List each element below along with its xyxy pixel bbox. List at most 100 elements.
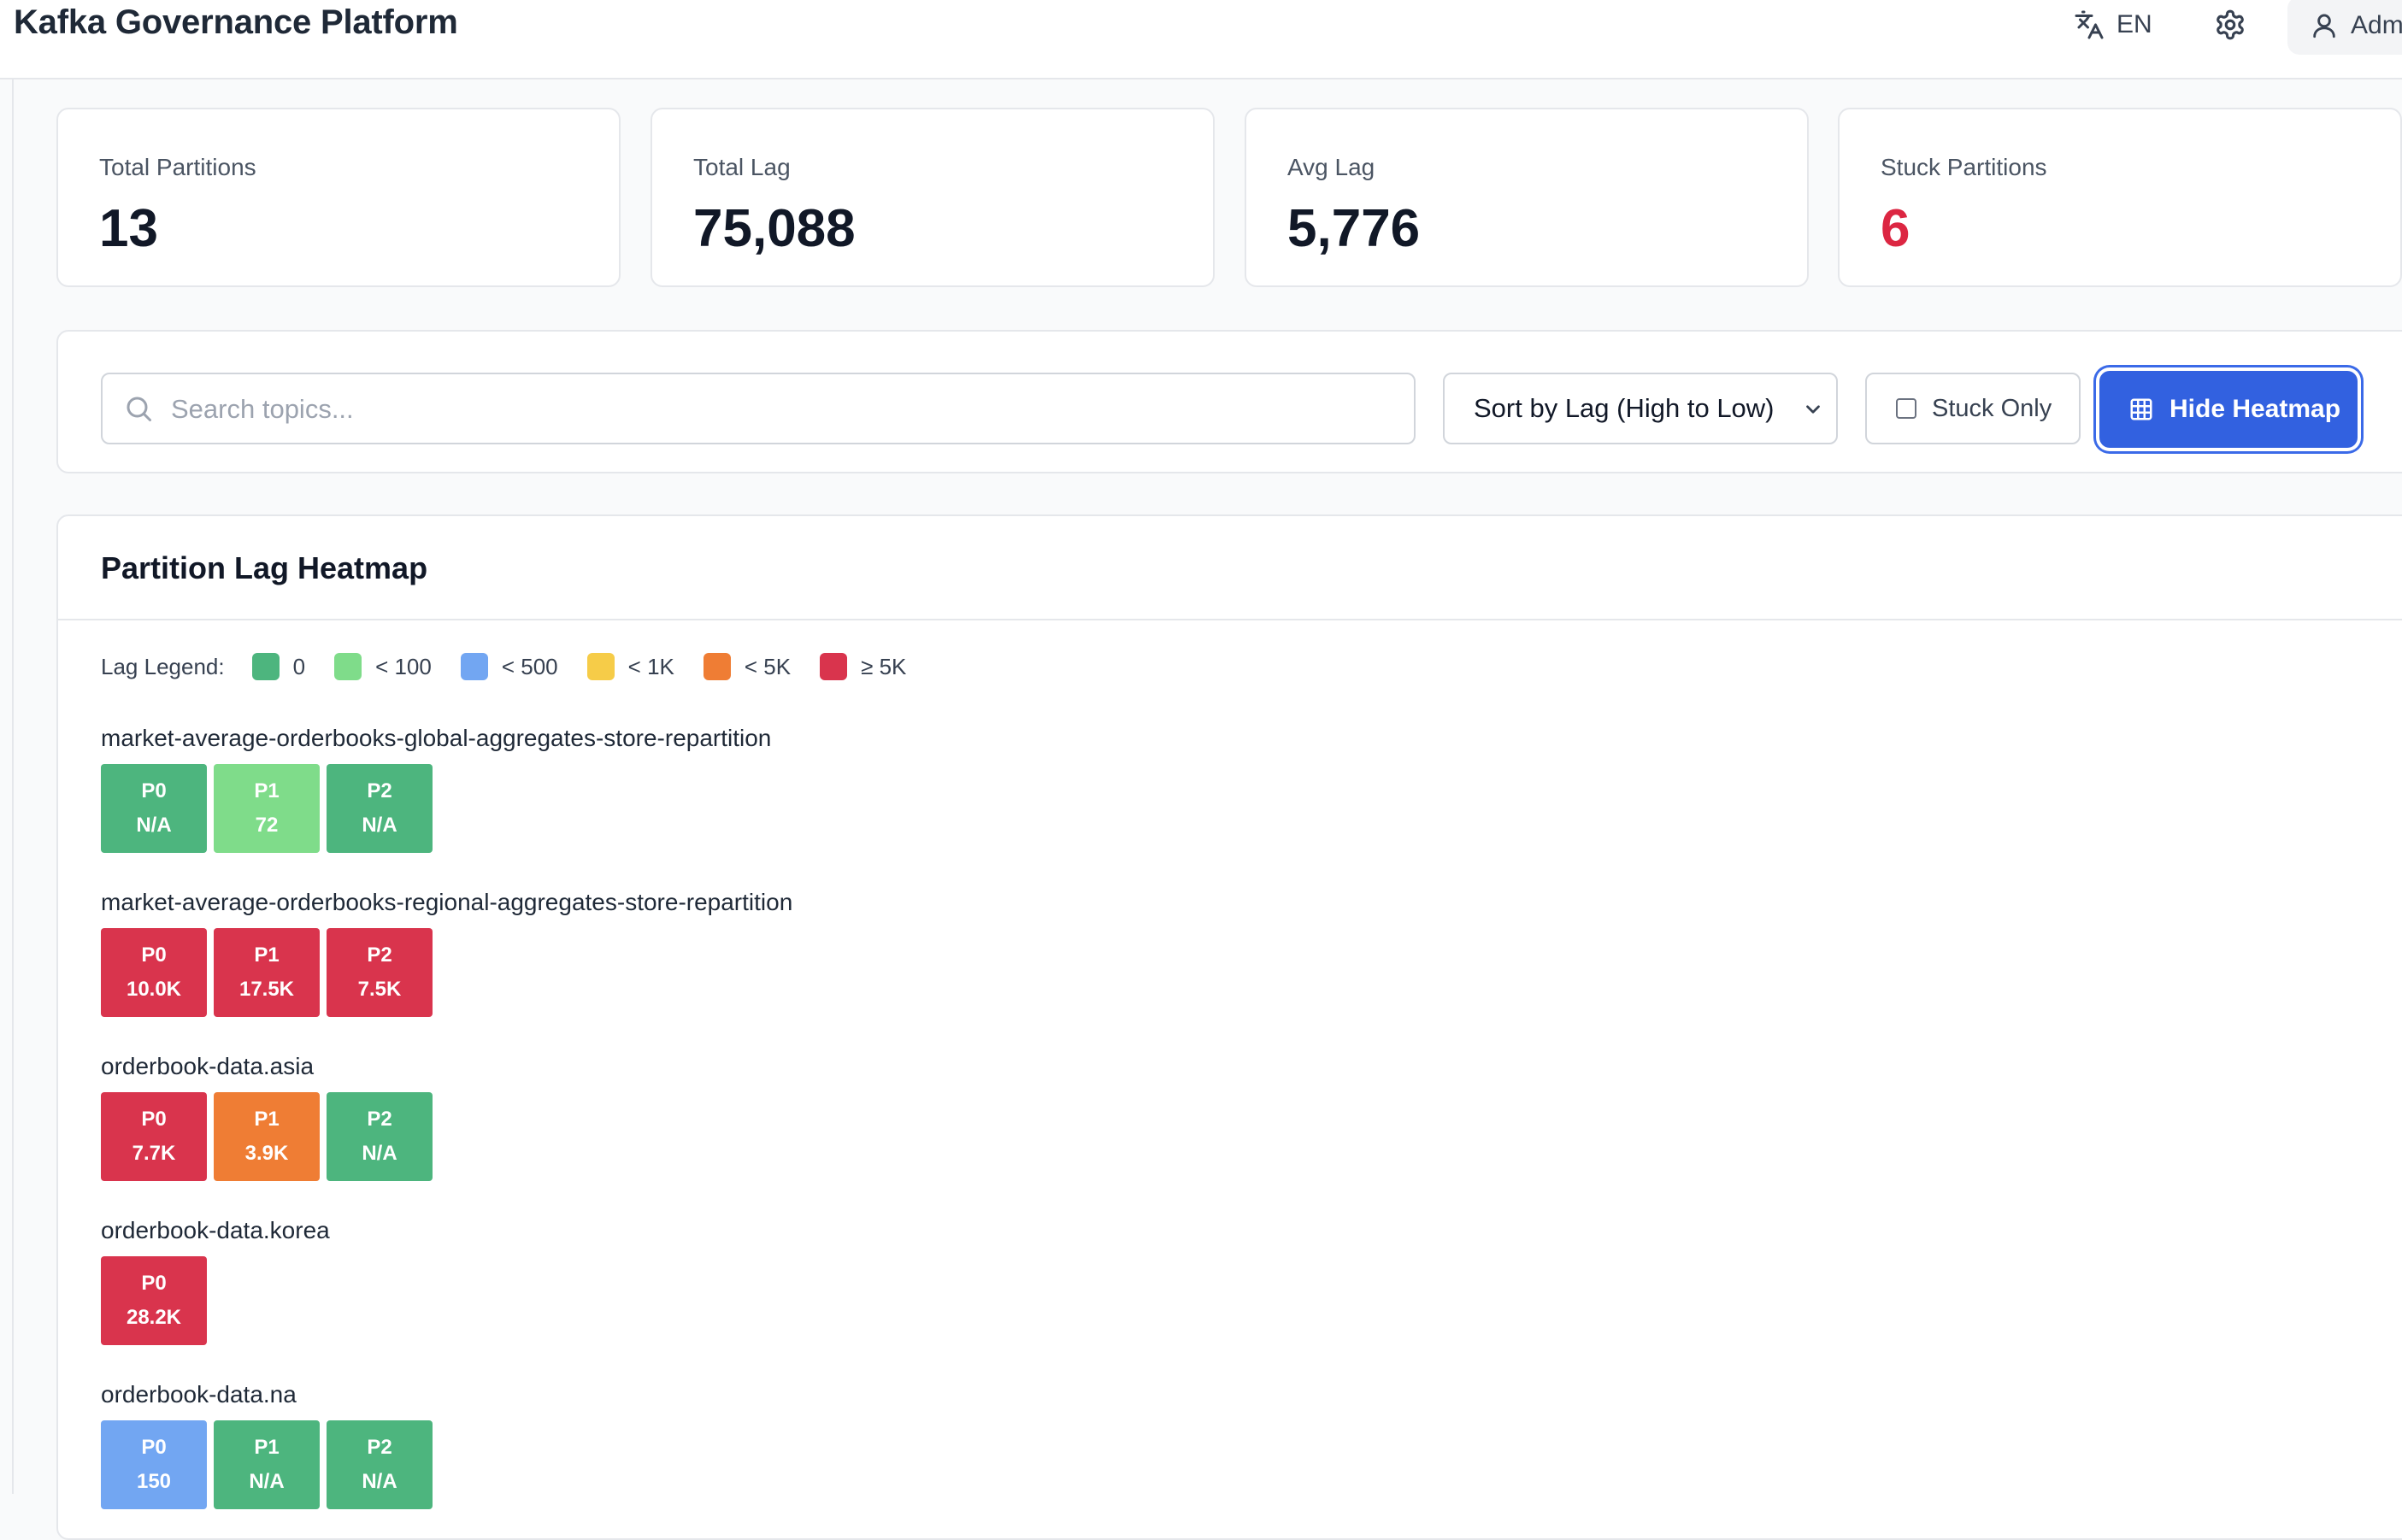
user-menu-button[interactable]: Adm: [2287, 0, 2402, 55]
legend-swatch: [334, 653, 362, 680]
user-label: Adm: [2351, 11, 2402, 39]
search-box[interactable]: [101, 373, 1416, 444]
partition-lag: 7.5K: [357, 978, 402, 1001]
partition-tile[interactable]: P1 72: [214, 764, 320, 853]
partition-tile[interactable]: P2 N/A: [327, 1092, 433, 1181]
topic-name: market-average-orderbooks-regional-aggre…: [101, 889, 793, 915]
chevron-down-icon: [1806, 405, 1820, 414]
stat-card-avg-lag: Avg Lag 5,776: [1245, 108, 1809, 287]
legend-item-label: < 500: [501, 653, 558, 679]
partition-tile[interactable]: P0 N/A: [101, 764, 207, 853]
legend-swatch: [820, 653, 848, 680]
topic-row: orderbook-data.asia P0 7.7K P1 3.9K P2 N…: [101, 1049, 433, 1181]
stat-card-total-lag: Total Lag 75,088: [651, 108, 1215, 287]
partition-id: P1: [254, 1436, 280, 1459]
hide-heatmap-button[interactable]: Hide Heatmap: [2099, 371, 2358, 448]
partition-id: P0: [141, 1272, 167, 1295]
sort-selected-value: Sort by Lag (High to Low): [1474, 393, 1775, 423]
partition-lag: 17.5K: [238, 978, 295, 1001]
heatmap-title: Partition Lag Heatmap: [101, 550, 428, 585]
language-switcher[interactable]: EN: [2074, 7, 2152, 43]
partition-lag: N/A: [136, 814, 172, 837]
user-icon: [2313, 14, 2335, 38]
partition-lag: N/A: [362, 1470, 397, 1493]
settings-button[interactable]: [2212, 7, 2248, 43]
hide-heatmap-label: Hide Heatmap: [2169, 395, 2341, 423]
search-icon: [127, 397, 151, 421]
legend-item-label: 0: [292, 653, 306, 679]
sort-select[interactable]: Sort by Lag (High to Low): [1443, 373, 1838, 444]
grid-icon: [2130, 398, 2152, 420]
lag-legend: Lag Legend: 0 < 100 < 500 < 1K < 5K ≥ 5K: [101, 651, 935, 682]
filter-bar: Sort by Lag (High to Low) Stuck Only Hid…: [56, 330, 2402, 473]
stuck-only-checkbox[interactable]: [1896, 398, 1916, 419]
partition-lag: N/A: [362, 814, 397, 837]
search-input[interactable]: [169, 383, 1386, 436]
partition-lag: 7.7K: [132, 1142, 176, 1165]
language-label: EN: [2116, 10, 2152, 38]
partition-lag: 3.9K: [244, 1142, 289, 1165]
legend-item-label: < 100: [375, 653, 432, 679]
partition-id: P2: [367, 779, 392, 802]
partition-lag: 150: [136, 1470, 172, 1493]
partition-id: P2: [367, 943, 392, 967]
partition-tiles: P0 N/A P1 72 P2 N/A: [101, 764, 771, 853]
legend-swatch: [251, 653, 280, 680]
partition-tile[interactable]: P0 7.7K: [101, 1092, 207, 1181]
stat-value: 5,776: [1287, 199, 1421, 258]
partition-tiles: P0 10.0K P1 17.5K P2 7.5K: [101, 928, 792, 1017]
stat-label: Stuck Partitions: [1881, 154, 2047, 180]
legend-item-label: < 1K: [627, 653, 674, 679]
gear-icon: [2217, 9, 2244, 40]
stuck-only-label: Stuck Only: [1932, 394, 2052, 422]
topic-row: market-average-orderbooks-regional-aggre…: [101, 885, 792, 1017]
stat-value: 13: [99, 199, 158, 258]
stuck-only-toggle[interactable]: Stuck Only: [1865, 373, 2081, 444]
stat-label: Total Partitions: [99, 154, 256, 180]
legend-item: < 500: [460, 653, 558, 680]
partition-tile[interactable]: P1 17.5K: [214, 928, 320, 1017]
partition-tile[interactable]: P0 28.2K: [101, 1256, 207, 1345]
partition-lag: N/A: [249, 1470, 285, 1493]
topic-name: orderbook-data.asia: [101, 1053, 315, 1079]
topic-name: orderbook-data.na: [101, 1381, 297, 1408]
translate-icon: [2075, 10, 2104, 39]
legend-item-label: < 5K: [744, 653, 792, 679]
legend-item-label: ≥ 5K: [861, 653, 907, 679]
partition-tiles: P0 7.7K P1 3.9K P2 N/A: [101, 1092, 433, 1181]
heatmap-panel: Partition Lag Heatmap Lag Legend: 0 < 10…: [56, 514, 2402, 1540]
partition-id: P0: [141, 779, 167, 802]
legend-item: < 100: [334, 653, 432, 680]
partition-tiles: P0 28.2K: [101, 1256, 330, 1345]
partition-id: P0: [141, 943, 167, 967]
stat-value: 75,088: [693, 199, 856, 258]
legend-label: Lag Legend:: [101, 653, 225, 679]
top-bar: Kafka Governance Platform EN Adm: [0, 0, 2402, 79]
partition-tile[interactable]: P0 150: [101, 1420, 207, 1509]
topic-row: orderbook-data.korea P0 28.2K: [101, 1214, 330, 1345]
partition-lag: N/A: [362, 1142, 397, 1165]
stat-label: Total Lag: [693, 154, 791, 180]
topic-row: orderbook-data.na P0 150 P1 N/A P2 N/A: [101, 1378, 433, 1509]
stat-value: 6: [1881, 199, 1910, 258]
partition-id: P0: [141, 1108, 167, 1131]
partition-id: P2: [367, 1436, 392, 1459]
partition-id: P1: [254, 1108, 280, 1131]
partition-tile[interactable]: P2 7.5K: [327, 928, 433, 1017]
legend-item: 0: [251, 653, 306, 680]
legend-item: < 5K: [703, 653, 792, 680]
stat-label: Avg Lag: [1287, 154, 1375, 180]
legend-swatch: [703, 653, 731, 680]
stat-card-total-partitions: Total Partitions 13: [56, 108, 621, 287]
topic-name: orderbook-data.korea: [101, 1217, 330, 1243]
partition-tiles: P0 150 P1 N/A P2 N/A: [101, 1420, 433, 1509]
sidebar-divider: [12, 79, 14, 1494]
partition-lag: 72: [255, 814, 279, 837]
partition-tile[interactable]: P2 N/A: [327, 1420, 433, 1509]
partition-tile[interactable]: P1 3.9K: [214, 1092, 320, 1181]
partition-tile[interactable]: P1 N/A: [214, 1420, 320, 1509]
legend-swatch: [586, 653, 615, 680]
partition-tile[interactable]: P2 N/A: [327, 764, 433, 853]
legend-item: < 1K: [586, 653, 674, 680]
partition-tile[interactable]: P0 10.0K: [101, 928, 207, 1017]
